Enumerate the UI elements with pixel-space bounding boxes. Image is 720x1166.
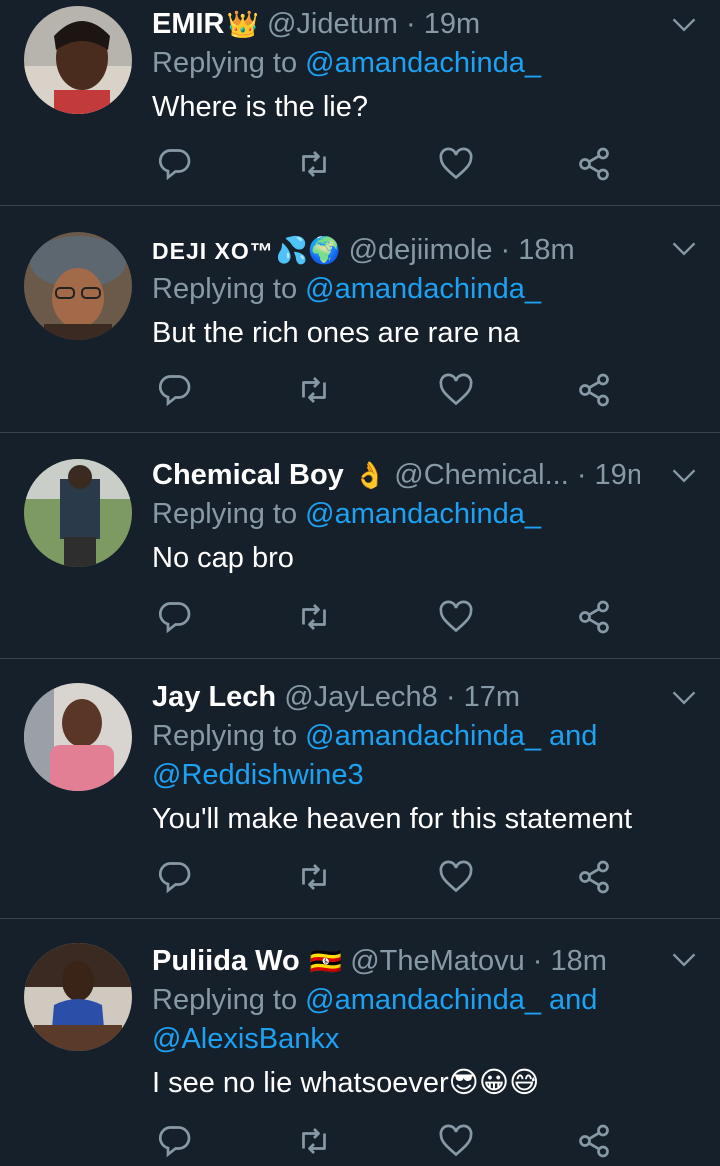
avatar[interactable] bbox=[24, 683, 132, 791]
mention-link[interactable]: @Reddishwine3 bbox=[152, 759, 364, 791]
heart-icon[interactable] bbox=[438, 372, 478, 412]
heart-icon[interactable] bbox=[438, 1123, 478, 1163]
tweet-text: No cap bro bbox=[152, 542, 294, 574]
replying-to: Replying to @amandachinda_ bbox=[152, 44, 700, 83]
tweet-text: But the rich ones are rare na bbox=[152, 317, 520, 349]
share-icon[interactable] bbox=[576, 859, 616, 899]
reply-icon[interactable] bbox=[156, 146, 196, 186]
tweet[interactable]: Puliida Wo 🇺🇬 @TheMatovu · 18m Replying … bbox=[0, 919, 720, 1166]
tweet[interactable]: DEJI XO™💦🌍 @dejiimole · 18m Replying to … bbox=[0, 206, 720, 433]
chevron-down-icon[interactable] bbox=[670, 461, 698, 489]
tweet-actions bbox=[152, 859, 632, 899]
handle[interactable]: @dejiimole bbox=[349, 234, 493, 266]
mention-link[interactable]: @amandachinda_ bbox=[305, 720, 541, 752]
display-name[interactable]: Jay Lech bbox=[152, 681, 276, 713]
replying-to: Replying to @amandachinda_ bbox=[152, 495, 700, 534]
mention-link[interactable]: @AlexisBankx bbox=[152, 1023, 339, 1055]
replying-to: Replying to @amandachinda_ bbox=[152, 270, 700, 309]
retweet-icon[interactable] bbox=[296, 1123, 336, 1163]
tweet[interactable]: EMIR👑 @Jidetum · 19m Replying to @amanda… bbox=[0, 0, 720, 206]
heart-icon[interactable] bbox=[438, 146, 478, 186]
tweet-feed: EMIR👑 @Jidetum · 19m Replying to @amanda… bbox=[0, 0, 720, 1166]
chevron-down-icon[interactable] bbox=[670, 10, 698, 38]
timestamp[interactable]: · 18m bbox=[501, 234, 575, 266]
flag-uganda-icon: 🇺🇬 bbox=[309, 946, 343, 976]
timestamp[interactable]: · 18m bbox=[533, 945, 607, 977]
timestamp[interactable]: · 19m bbox=[577, 459, 640, 491]
avatar[interactable] bbox=[24, 232, 132, 340]
tweet-header: Puliida Wo 🇺🇬 @TheMatovu · 18m bbox=[152, 941, 640, 981]
handle[interactable]: @TheMatovu bbox=[350, 945, 525, 977]
tweet-content: Puliida Wo 🇺🇬 @TheMatovu · 18m Replying … bbox=[152, 941, 700, 1103]
reply-icon[interactable] bbox=[156, 599, 196, 639]
replying-and: and bbox=[549, 984, 598, 1016]
replying-label: Replying to bbox=[152, 498, 298, 530]
tweet-content: Chemical Boy 👌 @Chemical... · 19m Replyi… bbox=[152, 455, 700, 578]
handle[interactable]: @Chemical... bbox=[394, 459, 568, 491]
display-name[interactable]: DEJI XO™ bbox=[152, 238, 274, 264]
share-icon[interactable] bbox=[576, 599, 616, 639]
tweet-header: Jay Lech @JayLech8 · 17m bbox=[152, 677, 640, 717]
chevron-down-icon[interactable] bbox=[670, 683, 698, 711]
retweet-icon[interactable] bbox=[296, 372, 336, 412]
timestamp[interactable]: · 19m bbox=[406, 8, 480, 40]
tweet-header: Chemical Boy 👌 @Chemical... · 19m bbox=[152, 455, 640, 495]
name-badge: 👌 bbox=[353, 460, 387, 490]
reply-icon[interactable] bbox=[156, 1123, 196, 1163]
tweet[interactable]: Chemical Boy 👌 @Chemical... · 19m Replyi… bbox=[0, 433, 720, 659]
reply-icon[interactable] bbox=[156, 372, 196, 412]
replying-label: Replying to bbox=[152, 984, 298, 1016]
retweet-icon[interactable] bbox=[296, 859, 336, 899]
display-name[interactable]: EMIR bbox=[152, 8, 225, 40]
display-name[interactable]: Puliida Wo bbox=[152, 945, 300, 977]
tweet[interactable]: Jay Lech @JayLech8 · 17m Replying to @am… bbox=[0, 659, 720, 919]
tweet-content: Jay Lech @JayLech8 · 17m Replying to @am… bbox=[152, 677, 700, 839]
retweet-icon[interactable] bbox=[296, 599, 336, 639]
tweet-text: Where is the lie? bbox=[152, 91, 368, 123]
tweet-text: You'll make heaven for this statement bbox=[152, 803, 633, 835]
replying-and: and bbox=[549, 720, 598, 752]
tweet-actions bbox=[152, 146, 632, 186]
replying-label: Replying to bbox=[152, 47, 298, 79]
handle[interactable]: @Jidetum bbox=[267, 8, 398, 40]
timestamp[interactable]: · 17m bbox=[446, 681, 520, 713]
share-icon[interactable] bbox=[576, 372, 616, 412]
reply-icon[interactable] bbox=[156, 859, 196, 899]
avatar[interactable] bbox=[24, 6, 132, 114]
mention-link[interactable]: @amandachinda_ bbox=[305, 984, 541, 1016]
share-icon[interactable] bbox=[576, 146, 616, 186]
replying-to: Replying to @amandachinda_ and @AlexisBa… bbox=[152, 981, 700, 1059]
tweet-header: EMIR👑 @Jidetum · 19m bbox=[152, 4, 640, 44]
heart-icon[interactable] bbox=[438, 859, 478, 899]
replying-label: Replying to bbox=[152, 273, 298, 305]
replying-label: Replying to bbox=[152, 720, 298, 752]
handle[interactable]: @JayLech8 bbox=[284, 681, 438, 713]
name-badge: 💦🌍 bbox=[275, 235, 341, 265]
mention-link[interactable]: @amandachinda_ bbox=[305, 273, 541, 305]
share-icon[interactable] bbox=[576, 1123, 616, 1163]
chevron-down-icon[interactable] bbox=[670, 945, 698, 973]
chevron-down-icon[interactable] bbox=[670, 234, 698, 262]
tweet-actions bbox=[152, 372, 632, 412]
mention-link[interactable]: @amandachinda_ bbox=[305, 47, 541, 79]
name-badge: 👑 bbox=[226, 9, 259, 39]
display-name[interactable]: Chemical Boy bbox=[152, 459, 344, 491]
avatar[interactable] bbox=[24, 943, 132, 1051]
tweet-content: DEJI XO™💦🌍 @dejiimole · 18m Replying to … bbox=[152, 230, 700, 353]
tweet-actions bbox=[152, 1123, 632, 1163]
replying-to: Replying to @amandachinda_ and @Reddishw… bbox=[152, 717, 700, 795]
avatar[interactable] bbox=[24, 459, 132, 567]
retweet-icon[interactable] bbox=[296, 146, 336, 186]
tweet-header: DEJI XO™💦🌍 @dejiimole · 18m bbox=[152, 230, 640, 270]
heart-icon[interactable] bbox=[438, 599, 478, 639]
mention-link[interactable]: @amandachinda_ bbox=[305, 498, 541, 530]
tweet-actions bbox=[152, 599, 632, 639]
tweet-text: I see no lie whatsoever😎😀😅 bbox=[152, 1067, 540, 1099]
